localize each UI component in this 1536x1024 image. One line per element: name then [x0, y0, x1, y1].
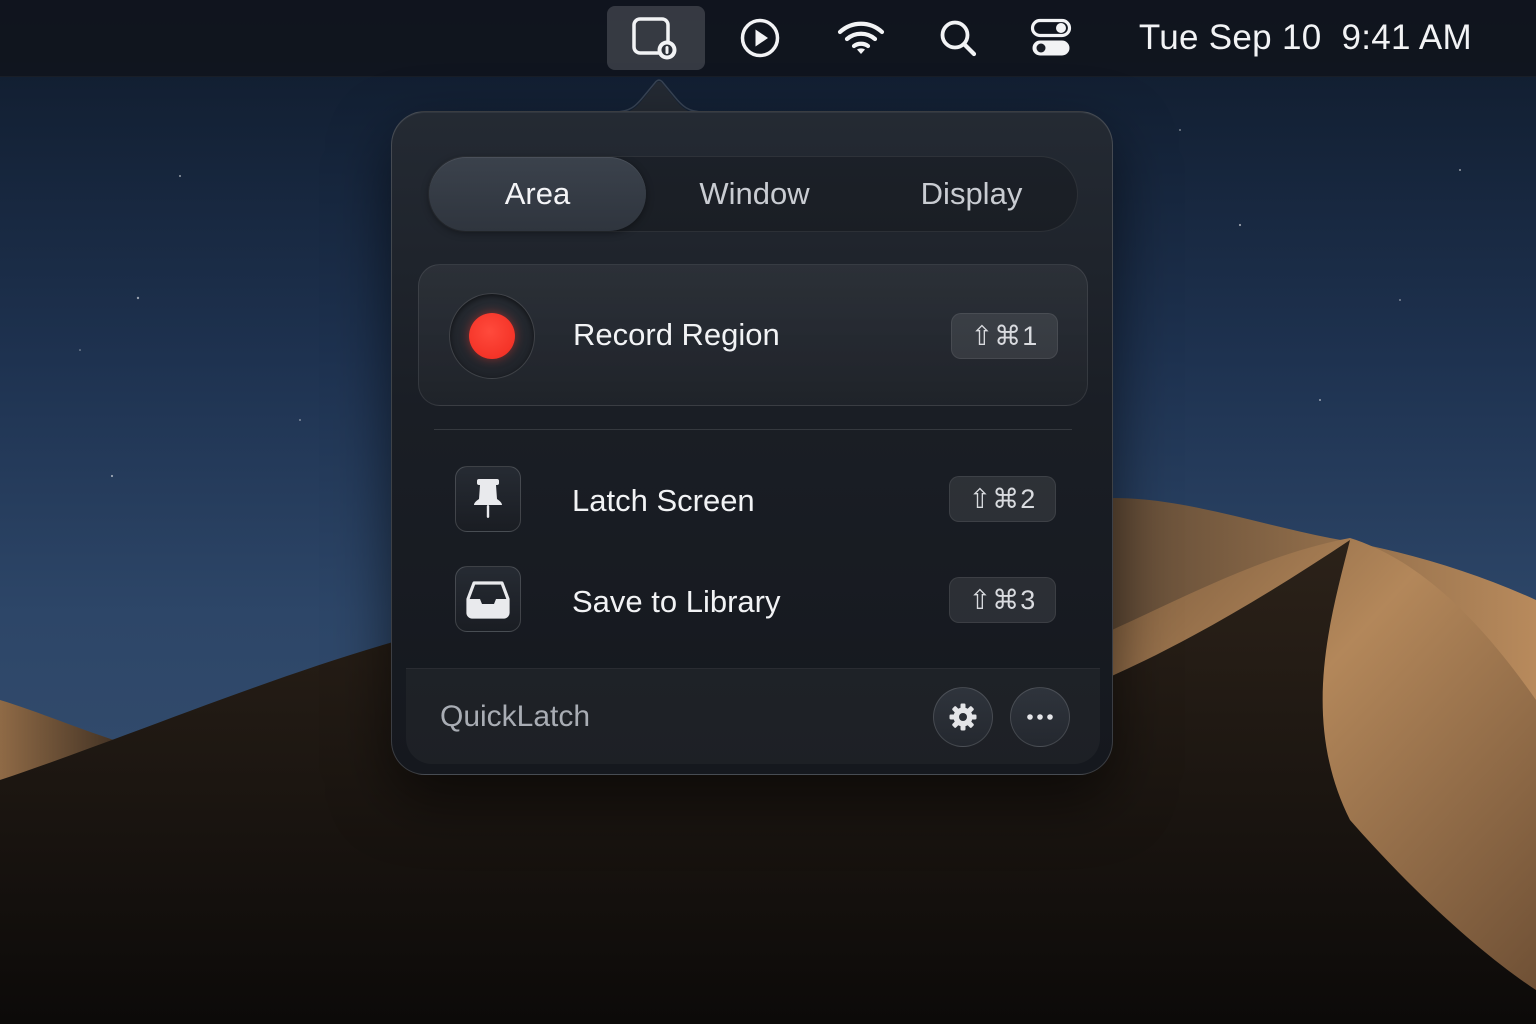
segment-display[interactable]: Display	[863, 157, 1080, 231]
popover-footer: QuickLatch	[406, 668, 1100, 764]
menu-divider	[434, 429, 1072, 430]
ellipsis-icon	[1027, 714, 1053, 720]
segment-window-label: Window	[699, 176, 810, 211]
segment-area-label: Area	[504, 176, 571, 211]
save-to-library-label[interactable]: Save to Library	[572, 584, 781, 620]
play-icon[interactable]	[725, 8, 795, 68]
desktop: Tue Sep 10 9:41 AM Area Window Display R…	[0, 0, 1536, 1024]
capture-mode-segmented-control: Area Window Display	[428, 156, 1078, 232]
latch-screen-shortcut: ⇧⌘2	[949, 476, 1056, 522]
search-icon[interactable]	[923, 8, 993, 68]
segment-area[interactable]: Area	[429, 157, 646, 231]
record-region-label: Record Region	[573, 317, 780, 352]
screen-record-icon	[632, 17, 677, 60]
menu-bar-date: Tue Sep 10	[1138, 18, 1322, 57]
settings-button[interactable]	[933, 687, 993, 747]
control-center-icon[interactable]	[1016, 8, 1086, 68]
record-region-row[interactable]: Record Region ⇧⌘1	[418, 264, 1088, 406]
tray-icon[interactable]	[455, 566, 521, 632]
pin-icon[interactable]	[455, 466, 521, 532]
more-options-button[interactable]	[1010, 687, 1070, 747]
record-region-shortcut: ⇧⌘1	[951, 313, 1058, 359]
capture-popover: Area Window Display Record Region ⇧⌘1 La…	[391, 111, 1113, 775]
wifi-icon[interactable]	[826, 8, 896, 68]
latch-screen-label[interactable]: Latch Screen	[572, 483, 755, 519]
app-name: QuickLatch	[440, 700, 591, 733]
record-dot	[469, 313, 515, 359]
menu-bar: Tue Sep 10 9:41 AM	[0, 0, 1536, 77]
menu-bar-clock[interactable]: Tue Sep 10 9:41 AM	[1139, 16, 1472, 60]
segment-window[interactable]: Window	[646, 157, 863, 231]
menu-bar-time: 9:41 AM	[1341, 18, 1472, 57]
record-icon	[449, 293, 535, 379]
save-to-library-shortcut: ⇧⌘3	[949, 577, 1056, 623]
screen-record-menu-icon[interactable]	[607, 6, 705, 70]
segment-display-label: Display	[920, 176, 1023, 211]
gear-icon	[949, 703, 977, 731]
